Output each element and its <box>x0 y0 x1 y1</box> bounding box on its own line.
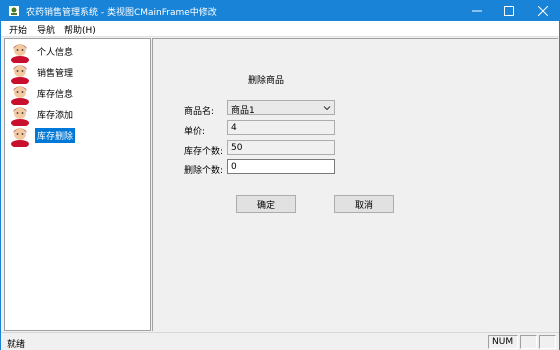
menu-navigate[interactable]: 导航 <box>37 23 55 36</box>
minimize-icon <box>472 10 482 12</box>
close-button[interactable] <box>527 1 559 21</box>
title-bar[interactable]: 农药销售管理系统 - 类视图CMainFrame中修改 <box>1 1 559 21</box>
app-window: 农药销售管理系统 - 类视图CMainFrame中修改 开始 导航 帮助(H) … <box>0 0 560 350</box>
num-lock-indicator: NUM <box>488 335 518 349</box>
nav-item-stock-info[interactable]: 库存信息 <box>6 83 146 105</box>
form-pane <box>152 38 558 331</box>
minimize-button[interactable] <box>461 1 493 21</box>
nav-item-personal-info[interactable]: 个人信息 <box>6 41 146 63</box>
delete-count-input[interactable]: 0 <box>227 159 335 174</box>
form-title: 删除商品 <box>248 76 285 86</box>
status-pane-empty <box>539 335 556 349</box>
stock-count-label: 库存个数: <box>184 147 224 157</box>
product-name-label: 商品名: <box>184 107 215 117</box>
confirm-button[interactable]: 确定 <box>236 195 296 213</box>
navigation-pane: 个人信息 销售管理 库存信息 库存添加 库存删除 <box>4 38 151 331</box>
nav-label: 库存添加 <box>37 111 74 121</box>
nav-label: 库存删除 <box>35 128 76 143</box>
status-bar: 就绪 NUM <box>1 332 559 350</box>
cancel-button[interactable]: 取消 <box>334 195 394 213</box>
menu-help[interactable]: 帮助(H) <box>64 23 96 36</box>
stock-count-value: 50 <box>231 143 243 153</box>
user-avatar-icon <box>11 128 29 147</box>
price-value: 4 <box>231 123 237 133</box>
product-select-value: 商品1 <box>231 106 255 116</box>
stock-count-field[interactable]: 50 <box>227 140 335 155</box>
num-lock-text: NUM <box>492 337 514 347</box>
user-avatar-icon <box>11 86 29 105</box>
maximize-button[interactable] <box>493 1 525 21</box>
status-pane-empty <box>520 335 537 349</box>
maximize-icon <box>504 6 514 16</box>
app-icon <box>9 6 19 16</box>
user-avatar-icon <box>11 107 29 126</box>
nav-label: 个人信息 <box>37 48 74 58</box>
nav-item-stock-add[interactable]: 库存添加 <box>6 104 146 126</box>
price-field[interactable]: 4 <box>227 120 335 135</box>
window-title: 农药销售管理系统 - 类视图CMainFrame中修改 <box>26 8 217 18</box>
user-avatar-icon <box>11 44 29 63</box>
menu-bar: 开始 导航 帮助(H) <box>1 21 559 37</box>
close-icon <box>538 6 548 16</box>
nav-label: 销售管理 <box>37 69 74 79</box>
user-avatar-icon <box>11 65 29 84</box>
chevron-down-icon <box>323 106 331 111</box>
status-text: 就绪 <box>7 340 26 350</box>
nav-item-stock-delete[interactable]: 库存删除 <box>6 125 146 147</box>
product-select[interactable]: 商品1 <box>227 100 335 116</box>
delete-count-label: 删除个数: <box>184 166 224 176</box>
nav-item-sales[interactable]: 销售管理 <box>6 62 146 84</box>
menu-start[interactable]: 开始 <box>9 23 27 36</box>
price-label: 单价: <box>184 127 206 137</box>
delete-count-value: 0 <box>231 162 237 172</box>
nav-label: 库存信息 <box>37 90 74 100</box>
